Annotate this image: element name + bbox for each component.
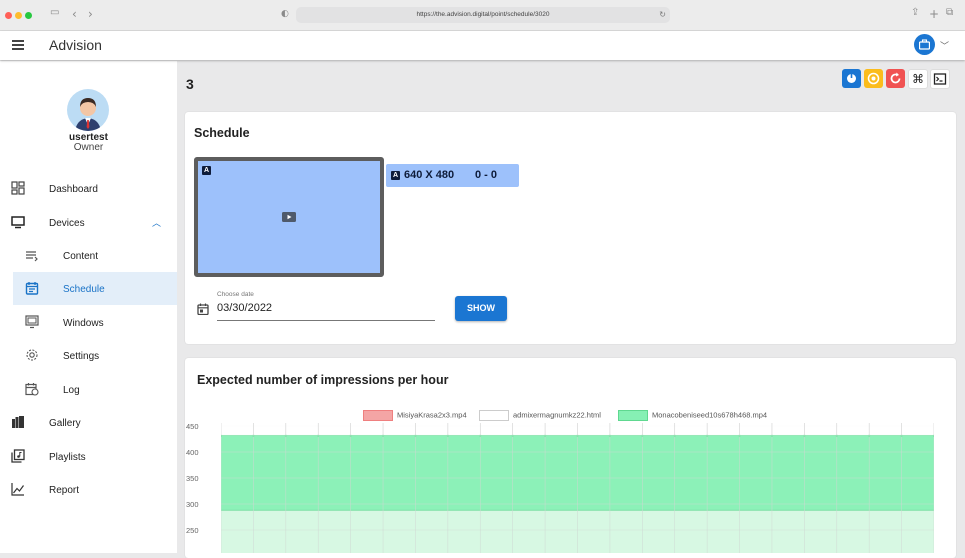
legend-label: admixermagnumkz22.html xyxy=(513,410,601,420)
zone-resolution: 640 X 480 xyxy=(404,169,455,181)
sidebar-item-label: Settings xyxy=(63,351,100,362)
power-button[interactable] xyxy=(842,69,861,88)
chevron-down-icon[interactable]: ﹀ xyxy=(940,39,949,52)
back-icon[interactable]: ‹ xyxy=(72,7,77,21)
page-title: 3 xyxy=(186,76,194,92)
y-tick-label: 450 xyxy=(186,422,199,431)
zone-info[interactable]: A 640 X 480 0 - 0 xyxy=(386,164,519,187)
sidebar-item-dashboard[interactable]: Dashboard xyxy=(0,172,177,205)
zone-badge: A xyxy=(202,166,211,175)
y-tick-label: 400 xyxy=(186,448,199,457)
briefcase-icon xyxy=(919,39,930,50)
command-button[interactable]: ⌘ xyxy=(908,69,928,89)
video-play-icon[interactable] xyxy=(282,212,296,222)
terminal-icon xyxy=(933,73,947,85)
close-window-button[interactable] xyxy=(5,12,12,19)
share-icon[interactable]: ⇪ xyxy=(911,7,919,18)
sidebar-item-playlists[interactable]: Playlists xyxy=(0,440,177,473)
sidebar-item-report[interactable]: Report xyxy=(0,473,177,506)
date-field[interactable]: 03/30/2022 xyxy=(217,302,272,314)
sidebar-item-label: Devices xyxy=(49,218,85,229)
browser-chrome: ▭ ‹ › ◐ https://the.advision.digital/poi… xyxy=(0,0,965,31)
sidebar-item-log[interactable]: Log xyxy=(0,373,177,406)
y-tick-label: 250 xyxy=(186,526,199,535)
screen-layout-preview[interactable]: A xyxy=(194,157,384,277)
playlist-icon xyxy=(11,449,25,463)
forward-icon[interactable]: › xyxy=(88,7,93,21)
impressions-title: Expected number of impressions per hour xyxy=(197,373,449,387)
sidebar-item-windows[interactable]: Windows xyxy=(0,306,177,339)
log-calendar-icon xyxy=(25,383,39,396)
refresh-icon xyxy=(890,72,901,84)
shield-icon[interactable]: ◐ xyxy=(281,9,289,19)
sidebar-item-label: Log xyxy=(63,385,80,396)
address-url: https://the.advision.digital/point/sched… xyxy=(416,11,550,18)
avatar xyxy=(67,89,109,131)
legend-label: MisiyaKrasa2x3.mp4 xyxy=(397,410,467,420)
power-icon xyxy=(847,73,856,83)
chevron-up-icon[interactable]: ︿ xyxy=(152,216,161,229)
legend-swatch-admixer[interactable] xyxy=(479,410,509,421)
sidebar-item-label: Windows xyxy=(63,318,104,329)
chart-legend: MisiyaKrasa2x3.mp4 xyxy=(363,410,467,421)
monitor-icon xyxy=(11,216,25,229)
y-tick-label: 350 xyxy=(186,474,199,483)
content-list-icon xyxy=(26,251,38,262)
sidebar-item-label: Report xyxy=(49,485,80,496)
chart-legend: admixermagnumkz22.html xyxy=(479,410,601,421)
report-chart-icon xyxy=(11,483,24,496)
gear-icon xyxy=(26,349,38,361)
calendar-icon[interactable] xyxy=(197,303,209,315)
menu-icon[interactable] xyxy=(12,40,24,50)
calendar-icon xyxy=(25,282,39,295)
sidebar-item-label: Gallery xyxy=(49,418,81,429)
tabs-overview-icon[interactable]: ⧉ xyxy=(946,7,953,18)
sidebar-item-schedule[interactable]: Schedule xyxy=(13,272,177,305)
record-icon xyxy=(867,72,880,85)
schedule-title: Schedule xyxy=(194,126,250,140)
new-tab-icon[interactable]: + xyxy=(929,7,939,21)
sidebar-item-label: Schedule xyxy=(63,284,105,295)
gallery-icon xyxy=(12,416,24,428)
minimize-window-button[interactable] xyxy=(15,12,22,19)
impressions-chart xyxy=(221,423,934,553)
sidebar-item-settings[interactable]: Settings xyxy=(0,339,177,372)
sidebar-item-label: Content xyxy=(63,251,99,262)
legend-swatch-misiya[interactable] xyxy=(363,410,393,421)
app-title: Advision xyxy=(49,37,102,53)
sidebar-item-label: Playlists xyxy=(49,452,86,463)
y-tick-label: 300 xyxy=(186,500,199,509)
zone-offset: 0 - 0 xyxy=(475,169,498,181)
sidebar-item-gallery[interactable]: Gallery xyxy=(0,406,177,439)
address-bar[interactable]: https://the.advision.digital/point/sched… xyxy=(296,7,670,23)
legend-label: Monacobeniseed10s678h468.mp4 xyxy=(652,410,768,420)
command-icon: ⌘ xyxy=(912,72,924,86)
maximize-window-button[interactable] xyxy=(25,12,32,19)
sidebar-item-label: Dashboard xyxy=(49,184,98,195)
refresh-button[interactable] xyxy=(886,69,905,88)
reload-icon[interactable]: ↻ xyxy=(659,7,666,23)
legend-swatch-monaco[interactable] xyxy=(618,410,648,421)
chart-legend: Monacobeniseed10s678h468.mp4 xyxy=(618,410,767,421)
sidebar: usertest Owner Dashboard Devices ︿ Conte… xyxy=(0,61,177,553)
user-role: Owner xyxy=(73,142,104,153)
zone-badge: A xyxy=(391,171,400,180)
terminal-button[interactable] xyxy=(930,69,950,89)
briefcase-button[interactable] xyxy=(914,34,935,55)
date-field-label: Choose date xyxy=(217,291,254,298)
app-header: Advision xyxy=(0,31,965,60)
windows-icon xyxy=(25,315,39,329)
sidebar-toggle-icon[interactable]: ▭ xyxy=(50,7,59,18)
record-button[interactable] xyxy=(864,69,883,88)
date-field-underline xyxy=(217,320,435,321)
dashboard-icon xyxy=(11,181,25,195)
sidebar-item-content[interactable]: Content xyxy=(0,239,177,272)
show-button[interactable]: SHOW xyxy=(455,296,507,321)
sidebar-item-devices[interactable]: Devices ︿ xyxy=(0,206,177,239)
